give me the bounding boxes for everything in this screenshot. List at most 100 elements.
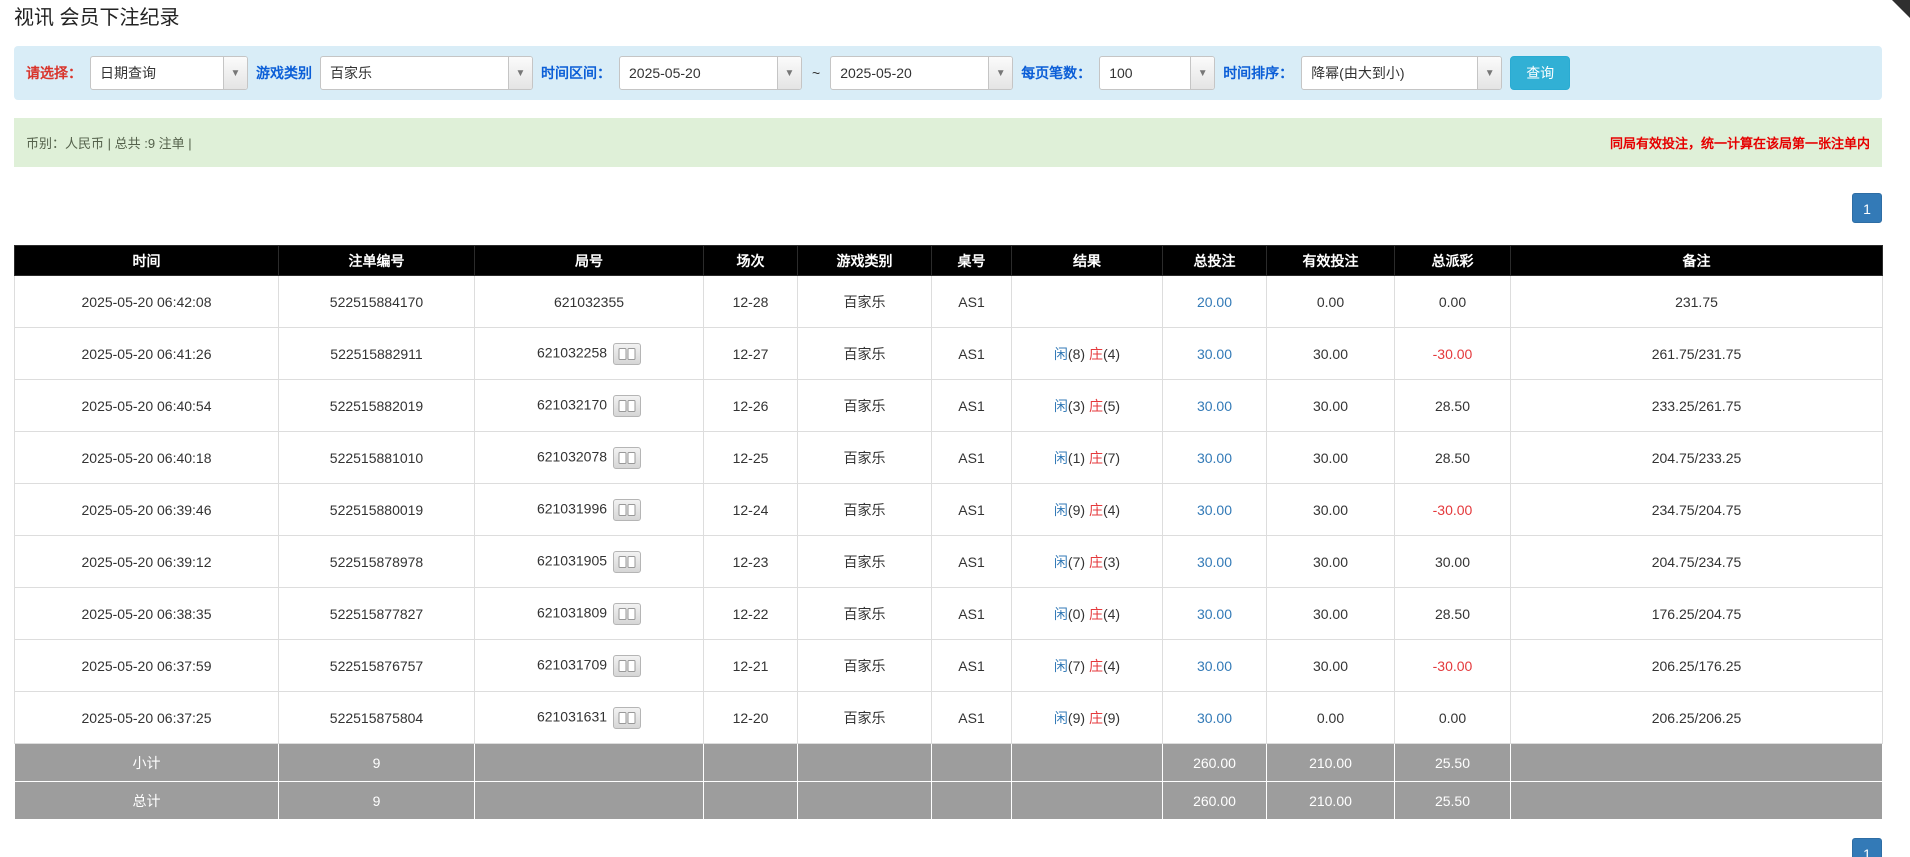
cell-table-no: AS1 xyxy=(932,380,1012,432)
column-header-game-type: 游戏类别 xyxy=(798,246,932,276)
cell-game-type: 百家乐 xyxy=(798,536,932,588)
cell-time: 2025-05-20 06:37:25 xyxy=(15,692,279,744)
cell-total-bet[interactable]: 30.00 xyxy=(1163,484,1267,536)
cell-result: 闲(1) 庄(7) xyxy=(1012,432,1163,484)
replay-icon[interactable] xyxy=(613,655,641,677)
total-valid-bet: 210.00 xyxy=(1267,782,1395,820)
replay-icon[interactable] xyxy=(613,447,641,469)
round-id-text: 621032170 xyxy=(537,396,607,412)
cell-table-no: AS1 xyxy=(932,536,1012,588)
cell-round-id: 621032258 xyxy=(475,328,704,380)
cell-table-no: AS1 xyxy=(932,692,1012,744)
round-id-text: 621032355 xyxy=(554,294,624,310)
replay-icon[interactable] xyxy=(613,395,641,417)
cell-note: 261.75/231.75 xyxy=(1511,328,1883,380)
column-header-payout: 总派彩 xyxy=(1395,246,1511,276)
cell-session: 12-20 xyxy=(704,692,798,744)
game-type-value: 百家乐 xyxy=(321,57,508,89)
search-button[interactable]: 查询 xyxy=(1510,56,1570,90)
page-root: 视讯 会员下注纪录 请选择： 日期查询 ▼ 游戏类别 百家乐 ▼ 时间区间： 2… xyxy=(14,0,1882,857)
date-to-select[interactable]: 2025-05-20 ▼ xyxy=(830,56,1013,90)
result-banker-label: 庄 xyxy=(1089,554,1103,570)
result-banker-label: 庄 xyxy=(1089,658,1103,674)
query-type-select[interactable]: 日期查询 ▼ xyxy=(90,56,248,90)
date-range-separator: ~ xyxy=(810,65,822,81)
chevron-down-icon[interactable]: ▼ xyxy=(988,57,1012,89)
column-header-session: 场次 xyxy=(704,246,798,276)
cell-game-type: 百家乐 xyxy=(798,640,932,692)
cell-time: 2025-05-20 06:39:46 xyxy=(15,484,279,536)
date-from-select[interactable]: 2025-05-20 ▼ xyxy=(619,56,802,90)
cell-total-bet[interactable]: 30.00 xyxy=(1163,328,1267,380)
cell-session: 12-22 xyxy=(704,588,798,640)
subtotal-valid-bet: 210.00 xyxy=(1267,744,1395,782)
result-banker-label: 庄 xyxy=(1089,398,1103,414)
cell-session: 12-28 xyxy=(704,276,798,328)
cell-result: 闲(9) 庄(9) xyxy=(1012,692,1163,744)
cell-game-type: 百家乐 xyxy=(798,380,932,432)
total-row: 总计 9 260.00 210.00 25.50 xyxy=(15,782,1883,820)
currency-summary-text: 币别：人民币 | 总共 :9 注单 | xyxy=(26,133,192,152)
page-button-1[interactable]: 1 xyxy=(1852,838,1882,857)
chevron-down-icon[interactable]: ▼ xyxy=(1477,57,1501,89)
chevron-down-icon[interactable]: ▼ xyxy=(1190,57,1214,89)
valid-bet-notice: 同局有效投注，统一计算在该局第一张注单内 xyxy=(1610,133,1870,152)
cell-time: 2025-05-20 06:38:35 xyxy=(15,588,279,640)
table-row: 2025-05-20 06:38:35 522515877827 6210318… xyxy=(15,588,1883,640)
replay-icon[interactable] xyxy=(613,551,641,573)
page-button-1[interactable]: 1 xyxy=(1852,193,1882,223)
cell-round-id: 621032355 xyxy=(475,276,704,328)
cell-total-bet[interactable]: 30.00 xyxy=(1163,536,1267,588)
cell-session: 12-27 xyxy=(704,328,798,380)
cell-total-bet[interactable]: 30.00 xyxy=(1163,692,1267,744)
replay-icon[interactable] xyxy=(613,343,641,365)
result-player-label: 闲 xyxy=(1054,398,1068,414)
cell-total-bet[interactable]: 30.00 xyxy=(1163,640,1267,692)
cell-result: 闲(3) 庄(5) xyxy=(1012,380,1163,432)
chevron-down-icon[interactable]: ▼ xyxy=(223,57,247,89)
table-row: 2025-05-20 06:40:18 522515881010 6210320… xyxy=(15,432,1883,484)
cell-note: 176.25/204.75 xyxy=(1511,588,1883,640)
cell-note: 206.25/206.25 xyxy=(1511,692,1883,744)
cell-total-bet[interactable]: 20.00 xyxy=(1163,276,1267,328)
replay-icon[interactable] xyxy=(613,707,641,729)
result-player-label: 闲 xyxy=(1054,502,1068,518)
cell-round-id: 621032078 xyxy=(475,432,704,484)
table-row: 2025-05-20 06:39:46 522515880019 6210319… xyxy=(15,484,1883,536)
result-player-score: (3) xyxy=(1068,398,1085,414)
total-total-bet: 260.00 xyxy=(1163,782,1267,820)
cell-total-bet[interactable]: 30.00 xyxy=(1163,588,1267,640)
sort-label: 时间排序： xyxy=(1223,63,1293,83)
replay-icon[interactable] xyxy=(613,603,641,625)
bet-records-table: 时间 注单编号 局号 场次 游戏类别 桌号 结果 总投注 有效投注 总派彩 备注… xyxy=(14,245,1883,820)
chevron-down-icon[interactable]: ▼ xyxy=(508,57,532,89)
cell-session: 12-21 xyxy=(704,640,798,692)
cell-time: 2025-05-20 06:39:12 xyxy=(15,536,279,588)
table-row: 2025-05-20 06:42:08 522515884170 6210323… xyxy=(15,276,1883,328)
column-header-time: 时间 xyxy=(15,246,279,276)
cell-result: 闲(7) 庄(3) xyxy=(1012,536,1163,588)
filter-bar: 请选择： 日期查询 ▼ 游戏类别 百家乐 ▼ 时间区间： 2025-05-20 … xyxy=(14,46,1882,100)
replay-icon[interactable] xyxy=(613,499,641,521)
game-type-select[interactable]: 百家乐 ▼ xyxy=(320,56,533,90)
cell-total-bet[interactable]: 30.00 xyxy=(1163,380,1267,432)
cell-time: 2025-05-20 06:40:54 xyxy=(15,380,279,432)
sort-select[interactable]: 降幂(由大到小) ▼ xyxy=(1301,56,1502,90)
cell-total-bet[interactable]: 30.00 xyxy=(1163,432,1267,484)
scroll-top-ribbon[interactable] xyxy=(1892,0,1910,18)
column-header-table-no: 桌号 xyxy=(932,246,1012,276)
round-id-text: 621031631 xyxy=(537,708,607,724)
round-id-text: 621031996 xyxy=(537,500,607,516)
cell-table-no: AS1 xyxy=(932,276,1012,328)
cell-valid-bet: 30.00 xyxy=(1267,484,1395,536)
chevron-down-icon[interactable]: ▼ xyxy=(777,57,801,89)
cell-session: 12-24 xyxy=(704,484,798,536)
cell-payout: -30.00 xyxy=(1395,328,1511,380)
result-banker-score: (4) xyxy=(1103,658,1120,674)
cell-table-no: AS1 xyxy=(932,432,1012,484)
cell-payout: 28.50 xyxy=(1395,380,1511,432)
cell-bet-id: 522515878978 xyxy=(279,536,475,588)
result-banker-label: 庄 xyxy=(1089,346,1103,362)
cell-valid-bet: 30.00 xyxy=(1267,588,1395,640)
page-size-select[interactable]: 100 ▼ xyxy=(1099,56,1215,90)
